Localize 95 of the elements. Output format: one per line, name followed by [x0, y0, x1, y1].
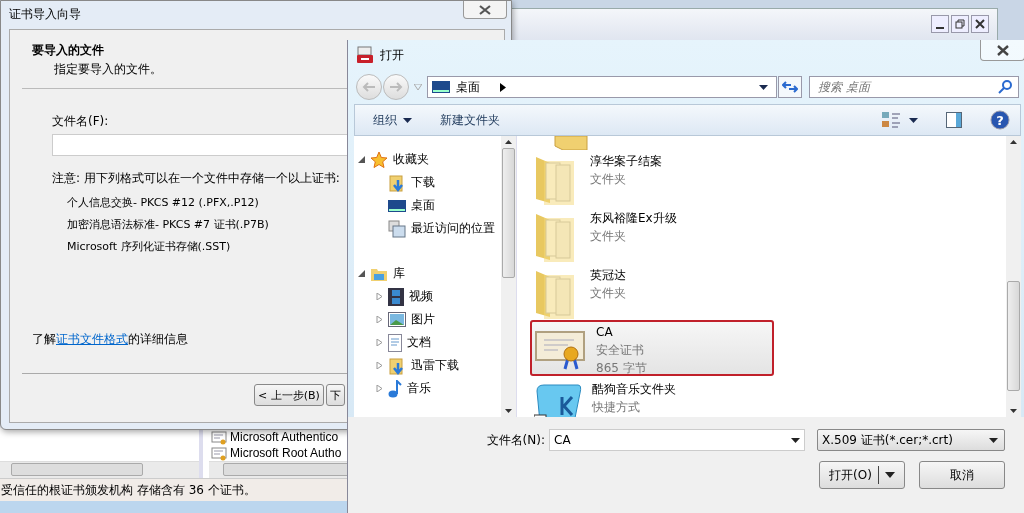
- vertical-scrollbar[interactable]: [1006, 136, 1021, 417]
- file-name-field[interactable]: CA: [549, 429, 805, 451]
- info-text: 了解证书文件格式的详细信息: [32, 331, 188, 348]
- search-icon: [998, 80, 1012, 94]
- close-icon: [975, 19, 985, 29]
- download-folder-icon: [388, 173, 406, 192]
- list-item[interactable]: Microsoft Root Autho: [230, 446, 342, 461]
- desktop-icon: [388, 198, 406, 213]
- file-item[interactable]: CA 安全证书 865 字节: [531, 321, 773, 375]
- preview-pane-icon[interactable]: [946, 112, 962, 128]
- field-label: 文件名(N):: [486, 431, 545, 449]
- scroll-down-icon[interactable]: [1010, 409, 1017, 413]
- file-name: 东风裕隆Ex升级: [590, 210, 677, 226]
- file-name: CA: [596, 324, 614, 340]
- caret-icon: [989, 437, 998, 443]
- vertical-scrollbar[interactable]: [501, 136, 516, 417]
- caret-icon: [791, 437, 800, 443]
- expand-arrow-icon[interactable]: [358, 270, 365, 277]
- chevron-icon: [500, 82, 506, 92]
- file-name: 酷狗音乐文件夹: [592, 381, 676, 397]
- file-type: 快捷方式: [592, 399, 641, 415]
- tree-item[interactable]: 库: [393, 265, 405, 282]
- organize-menu[interactable]: 组织: [373, 111, 412, 129]
- refresh-icon: [782, 80, 798, 94]
- scroll-down-icon[interactable]: [505, 409, 512, 413]
- document-icon: [388, 333, 402, 352]
- file-type: 安全证书: [596, 342, 645, 358]
- help-icon[interactable]: ?: [990, 110, 1010, 130]
- minimize-icon: [936, 27, 944, 29]
- expand-arrow-icon[interactable]: [358, 156, 365, 163]
- tree-item[interactable]: 音乐: [407, 380, 431, 397]
- file-item[interactable]: 东风裕隆Ex升级 文件夹: [531, 207, 773, 261]
- format-item: 个人信息交换- PKCS #12 (.PFX,.P12): [66, 195, 259, 210]
- tree-item[interactable]: 桌面: [411, 197, 435, 214]
- window-title: 打开: [380, 46, 404, 64]
- file-item[interactable]: 淳华案子结案 文件夹: [531, 150, 773, 204]
- caret-icon: [759, 84, 768, 90]
- music-note-icon: [388, 379, 402, 398]
- file-name: 淳华案子结案: [590, 153, 662, 169]
- restore-button[interactable]: [951, 15, 969, 33]
- file-type: 文件夹: [590, 228, 627, 244]
- tree-item[interactable]: 下载: [411, 174, 435, 191]
- close-icon: [995, 44, 1010, 56]
- file-name: 英冠达: [590, 267, 626, 283]
- certificate-icon: [211, 446, 227, 461]
- window-title: 证书导入向导: [8, 6, 81, 23]
- list-item[interactable]: Microsoft Authentico: [230, 430, 339, 445]
- star-icon: [370, 150, 388, 169]
- open-button[interactable]: 打开(O): [819, 461, 905, 489]
- horizontal-scrollbar[interactable]: [0, 461, 199, 478]
- cancel-button[interactable]: 取消: [919, 461, 1005, 489]
- refresh-button[interactable]: [778, 76, 802, 98]
- scroll-up-icon[interactable]: [505, 140, 512, 144]
- film-icon: [388, 287, 404, 306]
- tree-item[interactable]: 图片: [411, 311, 435, 328]
- file-type: 文件夹: [590, 285, 626, 301]
- caret-icon[interactable]: [909, 117, 918, 123]
- forward-arrow-icon: [389, 82, 403, 92]
- desktop-icon: [432, 80, 450, 94]
- file-item[interactable]: 酷狗音乐文件夹 快捷方式: [531, 378, 773, 417]
- close-button[interactable]: [971, 15, 989, 33]
- search-field[interactable]: 搜索 桌面: [809, 76, 1019, 98]
- tree-item[interactable]: 收藏夹: [393, 151, 429, 168]
- scroll-up-icon[interactable]: [1010, 140, 1017, 144]
- address-bar[interactable]: 桌面: [427, 76, 777, 98]
- minimize-button[interactable]: [931, 15, 949, 33]
- back-button[interactable]: < 上一步(B): [254, 384, 324, 406]
- download-folder-icon: [388, 356, 406, 375]
- field-label: 文件名(F):: [52, 113, 109, 130]
- tree-item[interactable]: 文档: [407, 334, 431, 351]
- tree-item[interactable]: 最近访问的位置: [411, 220, 495, 237]
- page-heading: 要导入的文件: [32, 42, 104, 59]
- close-button[interactable]: [463, 1, 507, 19]
- recent-places-icon: [388, 219, 406, 238]
- note-text: 注意: 用下列格式可以在一个文件中存储一个以上证书:: [52, 170, 340, 187]
- file-size: 865 字节: [596, 360, 647, 376]
- picture-icon: [388, 312, 406, 327]
- format-item: 加密消息语法标准- PKCS #7 证书(.P7B): [66, 217, 269, 232]
- page-subheading: 指定要导入的文件。: [53, 61, 162, 78]
- restore-icon: [955, 19, 965, 29]
- toolbar-button[interactable]: 新建文件夹: [440, 111, 500, 129]
- tree-item[interactable]: 视频: [409, 288, 433, 305]
- tree-item[interactable]: 迅雷下载: [411, 357, 459, 374]
- close-icon: [478, 4, 492, 15]
- file-type: 文件夹: [590, 171, 627, 187]
- file-item[interactable]: 英冠达 文件夹: [531, 264, 773, 318]
- caret-icon: [403, 117, 412, 123]
- format-item: Microsoft 序列化证书存储(.SST): [66, 239, 231, 254]
- format-link[interactable]: 证书文件格式: [56, 332, 128, 346]
- back-arrow-icon: [362, 82, 376, 92]
- view-icon[interactable]: [881, 111, 901, 129]
- next-button[interactable]: 下: [325, 384, 345, 406]
- file-type-dropdown[interactable]: X.509 证书(*.cer;*.crt): [817, 429, 1005, 451]
- close-button[interactable]: [980, 40, 1024, 61]
- app-icon: [356, 46, 374, 64]
